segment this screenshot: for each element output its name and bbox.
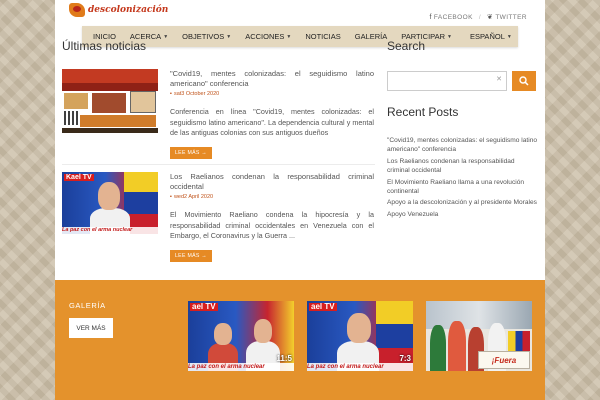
video-duration: 11:5: [276, 354, 292, 363]
video-caption: La paz con el arma nuclear: [188, 363, 294, 371]
poster-banner: [80, 115, 156, 127]
flag-stripe: [124, 172, 158, 193]
poster-footer: [62, 128, 158, 133]
post-item: "Covid19, mentes colonizadas: el seguidi…: [62, 69, 382, 169]
post-title[interactable]: Los Raelianos condenan la responsabilida…: [170, 172, 374, 192]
flag-stripe: [124, 192, 158, 214]
search-title: Search: [387, 39, 426, 53]
nav-item-objetivos[interactable]: OBJETIVOS ▼: [175, 32, 238, 41]
chevron-down-icon: ▼: [163, 33, 169, 40]
post-item: Kael TV La paz con el arma nuclear Los R…: [62, 172, 382, 272]
post-date-text: wed2 April 2020: [173, 194, 214, 200]
post-title[interactable]: "Covid19, mentes colonizadas: el seguidi…: [170, 69, 374, 89]
social-links: f FACEBOOK / ❦ TWITTER: [430, 13, 528, 22]
post-divider: [62, 164, 375, 165]
twitter-icon: ❦: [487, 14, 494, 21]
post-body: "Covid19, mentes colonizadas: el seguidi…: [170, 69, 374, 159]
facebook-link[interactable]: f FACEBOOK: [430, 14, 473, 21]
person-face: [347, 313, 371, 343]
post-excerpt: Conferencia en línea "Covid19, mentes co…: [170, 107, 374, 137]
protester-figure: [448, 321, 466, 371]
recent-post-link[interactable]: Apoyo a la descolonización y al presiden…: [387, 198, 539, 207]
poster-image: [62, 69, 158, 133]
person-face: [254, 319, 272, 343]
poster-photo: [64, 93, 88, 109]
twitter-link[interactable]: ❦ TWITTER: [487, 13, 527, 21]
protest-sign: ¡Fuera Yankis!: [478, 351, 530, 369]
twitter-label: TWITTER: [495, 14, 527, 21]
recent-post-link[interactable]: El Movimiento Raeliano llama a una revol…: [387, 178, 539, 197]
calendar-icon: ▪: [170, 91, 172, 97]
calendar-icon: ▪: [170, 194, 172, 200]
gallery-section: GALERÍA VER MÁS ael TV 11:5 La paz con e…: [55, 280, 545, 400]
nav-item-noticias[interactable]: NOTICIAS: [298, 32, 347, 41]
social-separator: /: [478, 13, 482, 21]
gallery-title: GALERÍA: [69, 301, 106, 310]
top-bar: descolonización f FACEBOOK / ❦ TWITTER: [55, 0, 545, 26]
person-face: [98, 182, 120, 210]
recent-post-link[interactable]: Los Raelianos condenan la responsabilida…: [387, 157, 539, 176]
latest-news-title: Últimas noticias: [62, 39, 147, 53]
rael-tv-logo: ael TV: [190, 302, 218, 311]
search-button[interactable]: [512, 71, 536, 91]
logo-icon: [69, 3, 85, 17]
search-input[interactable]: ✕: [387, 71, 507, 91]
protester-figure: [430, 325, 446, 371]
post-body: Los Raelianos condenan la responsabilida…: [170, 172, 374, 262]
chevron-down-icon: ▼: [506, 33, 512, 40]
post-date-text: sat3 October 2020: [173, 91, 220, 97]
nav-label: ESPAÑOL: [469, 32, 505, 41]
post-thumbnail[interactable]: [62, 69, 158, 133]
gallery-thumbnail[interactable]: ael TV 7:3 La paz con el arma nuclear: [307, 301, 413, 371]
flag-stripe: [375, 301, 413, 325]
post-date: ▪ wed2 April 2020: [170, 194, 374, 200]
chevron-down-icon: ▼: [447, 33, 452, 40]
see-more-button[interactable]: VER MÁS: [69, 318, 113, 338]
chevron-down-icon: ▼: [286, 33, 292, 40]
person-face: [214, 323, 232, 345]
flag-stripe: [375, 324, 413, 348]
recent-posts-list: "Covid19, mentes colonizadas: el seguidi…: [387, 136, 539, 221]
read-more-button[interactable]: LEE MÁS →: [170, 146, 212, 159]
poster-subheader: [62, 83, 158, 91]
post-excerpt: El Movimiento Raeliano condena la hipocr…: [170, 210, 374, 240]
poster-photo: [92, 93, 126, 113]
rael-tv-logo: Kael TV: [64, 174, 94, 181]
clear-icon[interactable]: ✕: [496, 75, 502, 83]
gallery-thumbnail[interactable]: ael TV 11:5 La paz con el arma nuclear: [188, 301, 294, 371]
gallery-thumbnail[interactable]: ¡Fuera Yankis!: [426, 301, 532, 371]
logo-text: descolonización: [88, 5, 169, 15]
video-duration: 7:3: [399, 354, 411, 363]
nav-item-acciones[interactable]: ACCIONES ▼: [238, 32, 298, 41]
search-icon: [519, 76, 529, 86]
chevron-down-icon: ▼: [226, 33, 232, 40]
qr-code-icon: [64, 111, 78, 125]
post-date: ▪ sat3 October 2020: [170, 91, 374, 97]
main-nav: INICIO ACERCA ▼ OBJETIVOS ▼ ACCIONES ▼ NOTI…: [82, 26, 518, 47]
recent-post-link[interactable]: "Covid19, mentes colonizadas: el seguidi…: [387, 136, 539, 155]
nav-label: ACCIONES: [245, 32, 285, 41]
background-buildings: [426, 301, 532, 329]
site-logo[interactable]: descolonización: [69, 3, 168, 17]
facebook-icon: f: [429, 13, 432, 21]
video-caption: La paz con el arma nuclear: [62, 227, 158, 234]
rael-tv-logo: ael TV: [309, 302, 337, 311]
read-more-button[interactable]: LEE MÁS →: [170, 249, 212, 262]
nav-label: OBJETIVOS: [182, 32, 225, 41]
poster-header: [62, 69, 158, 83]
facebook-label: FACEBOOK: [433, 13, 473, 21]
video-caption: La paz con el arma nuclear: [307, 363, 413, 371]
page-container: descolonización f FACEBOOK / ❦ TWITTER INI…: [55, 0, 545, 400]
recent-posts-title: Recent Posts: [387, 105, 459, 119]
recent-post-link[interactable]: Apoyo Venezuela: [387, 210, 539, 219]
flag-icon: [508, 331, 530, 351]
post-thumbnail[interactable]: Kael TV La paz con el arma nuclear: [62, 172, 158, 234]
language-selector[interactable]: ESPAÑOL ▼: [463, 32, 519, 41]
poster-photo: [130, 91, 156, 113]
